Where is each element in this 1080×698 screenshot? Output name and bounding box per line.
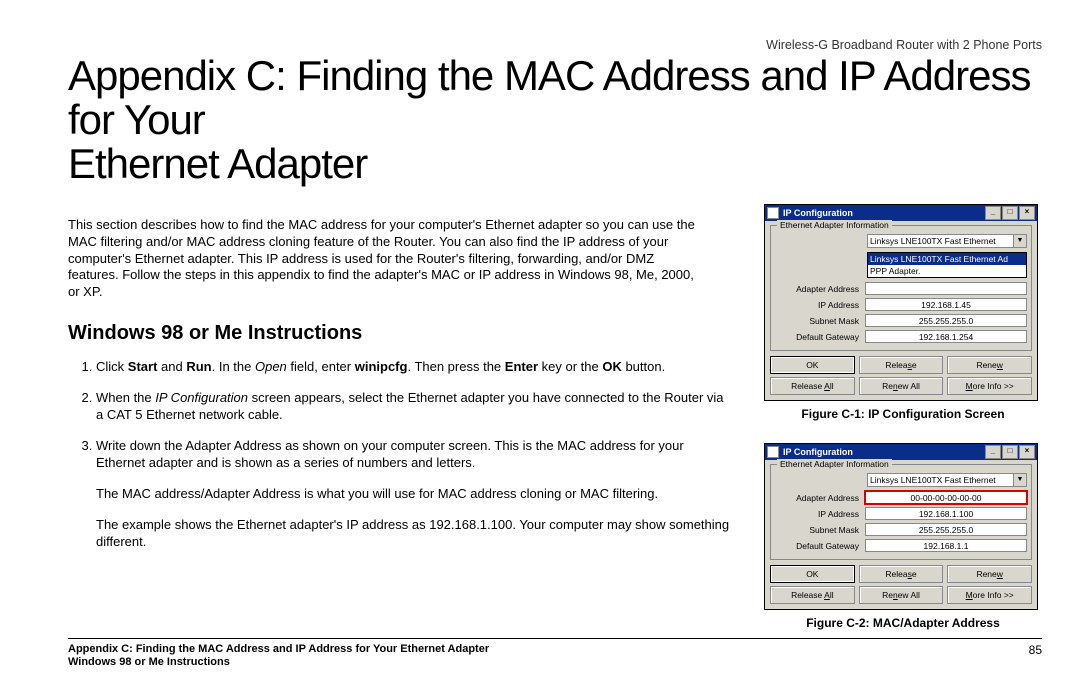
title-line-2: Ethernet Adapter [68, 140, 367, 187]
more-info-button[interactable]: More Info >> [947, 586, 1032, 604]
renew-button[interactable]: Renew [947, 356, 1032, 374]
step1-post: button. [622, 359, 665, 374]
step-3: Write down the Adapter Address as shown … [96, 438, 730, 550]
window-titlebar: IP Configuration _ □ × [765, 205, 1037, 221]
label-adapter-address: Adapter Address [775, 493, 859, 503]
close-icon[interactable]: × [1019, 445, 1035, 459]
step-2: When the IP Configuration screen appears… [96, 390, 730, 424]
step3-extra1: The MAC address/Adapter Address is what … [96, 486, 730, 503]
group-legend: Ethernet Adapter Information [777, 459, 892, 469]
ipcfg-window-1: IP Configuration _ □ × Ethernet Adapter … [764, 204, 1038, 401]
step1-run: Run [186, 359, 211, 374]
figure-c2: IP Configuration _ □ × Ethernet Adapter … [764, 443, 1042, 630]
step2-ital: IP Configuration [155, 390, 248, 405]
ipcfg-window-2: IP Configuration _ □ × Ethernet Adapter … [764, 443, 1038, 610]
adapter-selected: Linksys LNE100TX Fast Ethernet [870, 236, 996, 246]
maximize-icon[interactable]: □ [1002, 206, 1018, 220]
step1-m1: and [157, 359, 186, 374]
label-gateway: Default Gateway [775, 332, 859, 342]
figure-c1: IP Configuration _ □ × Ethernet Adapter … [764, 204, 1042, 421]
step1-m4: . Then press the [407, 359, 504, 374]
page-footer: Appendix C: Finding the MAC Address and … [68, 638, 1042, 671]
window-title: IP Configuration [783, 208, 853, 218]
label-subnet: Subnet Mask [775, 316, 859, 326]
chevron-down-icon[interactable]: ▼ [1013, 474, 1026, 486]
value-subnet: 255.255.255.0 [865, 314, 1027, 327]
renew-all-button[interactable]: Renew All [859, 586, 944, 604]
step1-open: Open [255, 359, 287, 374]
chevron-down-icon[interactable]: ▼ [1013, 235, 1026, 247]
app-icon [767, 446, 779, 458]
release-all-button[interactable]: Release All [770, 377, 855, 395]
release-button[interactable]: Release [859, 565, 944, 583]
step-1: Click Start and Run. In the Open field, … [96, 359, 730, 376]
minimize-icon[interactable]: _ [985, 206, 1001, 220]
value-adapter-address: 00-00-00-00-00-00 [865, 491, 1027, 504]
adapter-dropdown-popup[interactable]: Linksys LNE100TX Fast Ethernet Ad PPP Ad… [867, 252, 1027, 278]
adapter-info-group: Ethernet Adapter Information Linksys LNE… [770, 464, 1032, 560]
figure-c1-caption: Figure C-1: IP Configuration Screen [764, 407, 1042, 421]
close-icon[interactable]: × [1019, 206, 1035, 220]
step1-pre: Click [96, 359, 128, 374]
steps-list: Click Start and Run. In the Open field, … [68, 359, 730, 550]
adapter-info-group: Ethernet Adapter Information Linksys LNE… [770, 225, 1032, 351]
product-name: Wireless-G Broadband Router with 2 Phone… [68, 38, 1042, 52]
step1-m3: field, enter [287, 359, 355, 374]
step3-main: Write down the Adapter Address as shown … [96, 438, 684, 470]
title-line-1: Appendix C: Finding the MAC Address and … [68, 52, 1030, 143]
label-adapter-address: Adapter Address [775, 284, 859, 294]
renew-button[interactable]: Renew [947, 565, 1032, 583]
step3-extra2: The example shows the Ethernet adapter's… [96, 517, 730, 551]
value-gateway: 192.168.1.1 [865, 539, 1027, 552]
ok-button[interactable]: OK [770, 565, 855, 583]
footer-line-1: Appendix C: Finding the MAC Address and … [68, 643, 1042, 657]
label-gateway: Default Gateway [775, 541, 859, 551]
label-ip: IP Address [775, 300, 859, 310]
adapter-dropdown[interactable]: Linksys LNE100TX Fast Ethernet ▼ [867, 473, 1027, 487]
button-area: OK Release Renew Release All Renew All M… [765, 353, 1037, 400]
more-info-button[interactable]: More Info >> [947, 377, 1032, 395]
ok-button[interactable]: OK [770, 356, 855, 374]
intro-text: This section describes how to find the M… [68, 217, 708, 300]
step1-m5: key or the [538, 359, 602, 374]
footer-line-2: Windows 98 or Me Instructions [68, 656, 1042, 670]
value-adapter-address [865, 282, 1027, 295]
label-subnet: Subnet Mask [775, 525, 859, 535]
left-column: This section describes how to find the M… [68, 204, 730, 564]
step1-winipcfg: winipcfg [355, 359, 408, 374]
minimize-icon[interactable]: _ [985, 445, 1001, 459]
section-heading: Windows 98 or Me Instructions [68, 322, 730, 345]
app-icon [767, 207, 779, 219]
step1-ok: OK [602, 359, 622, 374]
renew-all-button[interactable]: Renew All [859, 377, 944, 395]
adapter-selected: Linksys LNE100TX Fast Ethernet [870, 475, 996, 485]
step1-start: Start [128, 359, 158, 374]
value-gateway: 192.168.1.254 [865, 330, 1027, 343]
dropdown-option-2[interactable]: PPP Adapter. [868, 265, 1026, 277]
dropdown-option-1[interactable]: Linksys LNE100TX Fast Ethernet Ad [868, 253, 1026, 265]
page-title: Appendix C: Finding the MAC Address and … [68, 54, 1042, 186]
window-titlebar: IP Configuration _ □ × [765, 444, 1037, 460]
step2-pre: When the [96, 390, 155, 405]
right-column: IP Configuration _ □ × Ethernet Adapter … [764, 204, 1042, 652]
release-button[interactable]: Release [859, 356, 944, 374]
button-area: OK Release Renew Release All Renew All M… [765, 562, 1037, 609]
value-ip: 192.168.1.45 [865, 298, 1027, 311]
page-number: 85 [1029, 643, 1042, 657]
maximize-icon[interactable]: □ [1002, 445, 1018, 459]
group-legend: Ethernet Adapter Information [777, 220, 892, 230]
figure-c2-caption: Figure C-2: MAC/Adapter Address [764, 616, 1042, 630]
window-title: IP Configuration [783, 447, 853, 457]
adapter-dropdown[interactable]: Linksys LNE100TX Fast Ethernet ▼ [867, 234, 1027, 248]
step1-enter: Enter [505, 359, 538, 374]
value-subnet: 255.255.255.0 [865, 523, 1027, 536]
value-ip: 192.168.1.100 [865, 507, 1027, 520]
label-ip: IP Address [775, 509, 859, 519]
release-all-button[interactable]: Release All [770, 586, 855, 604]
step1-m2: . In the [212, 359, 255, 374]
